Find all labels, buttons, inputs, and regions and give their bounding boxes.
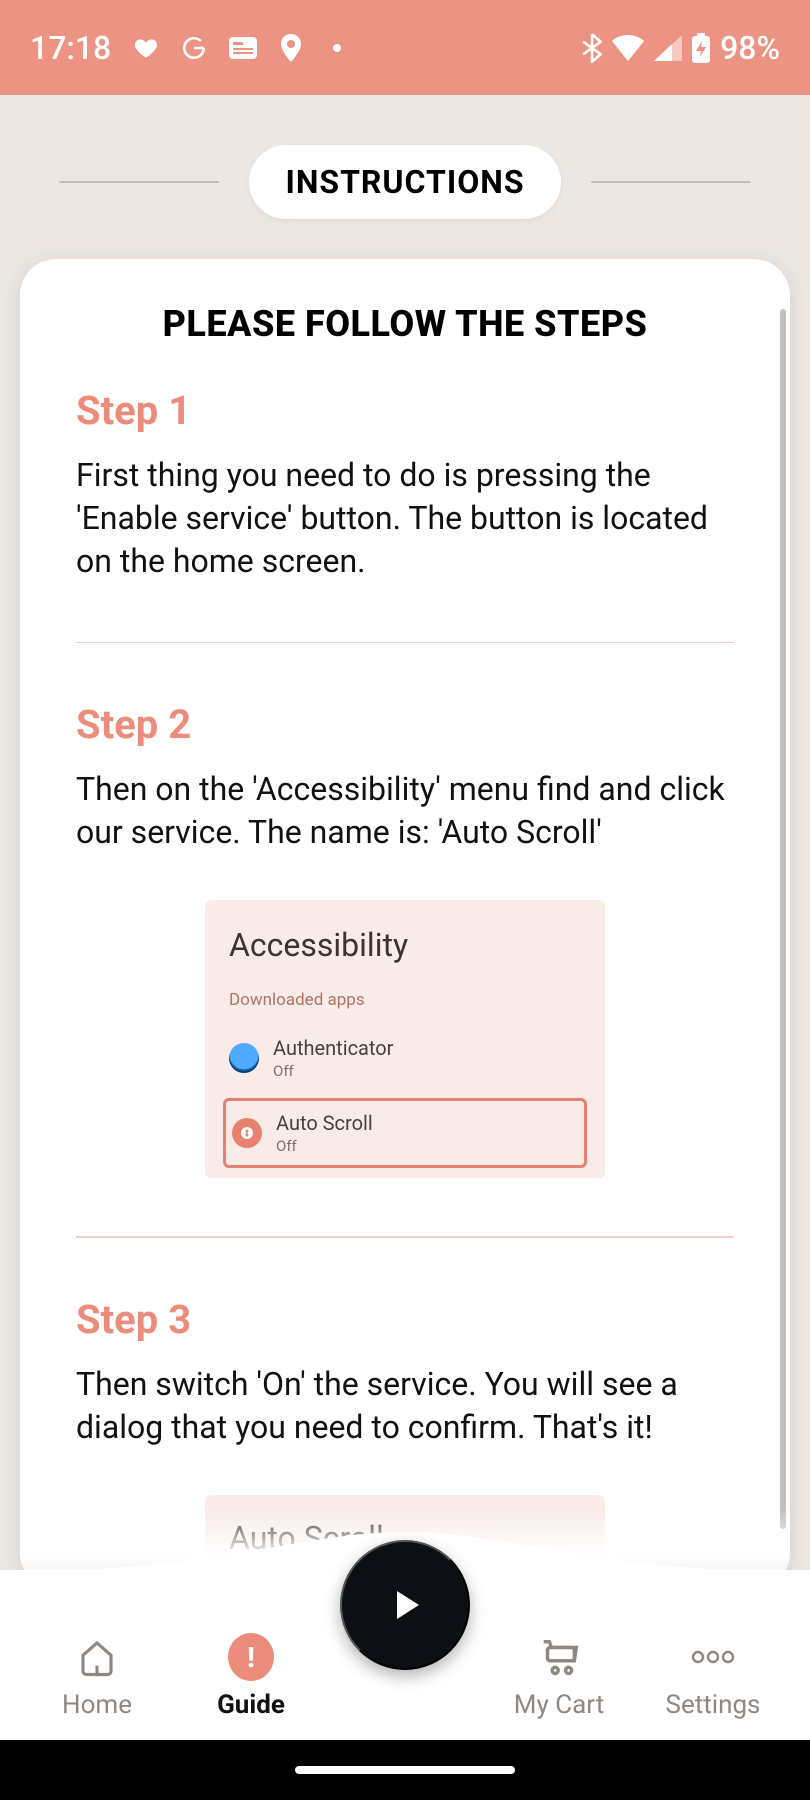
nav-guide[interactable]: ! Guide bbox=[181, 1634, 321, 1720]
news-icon bbox=[229, 37, 257, 59]
step-2: Step 2 Then on the 'Accessibility' menu … bbox=[76, 701, 734, 1178]
accessibility-item-state: Off bbox=[276, 1137, 373, 1155]
play-fab[interactable] bbox=[340, 1540, 470, 1670]
card-title: PLEASE FOLLOW THE STEPS bbox=[76, 303, 734, 345]
more-icon bbox=[690, 1634, 736, 1680]
accessibility-item-autoscroll: Auto Scroll Off bbox=[223, 1098, 587, 1168]
nav-label: Settings bbox=[666, 1690, 761, 1720]
nav-label: My Cart bbox=[514, 1690, 604, 1720]
instructions-header: INSTRUCTIONS bbox=[0, 145, 810, 219]
step-1-title: Step 1 bbox=[76, 387, 734, 434]
nav-home[interactable]: Home bbox=[27, 1634, 167, 1720]
bluetooth-icon bbox=[582, 33, 602, 63]
instructions-card[interactable]: PLEASE FOLLOW THE STEPS Step 1 First thi… bbox=[20, 259, 790, 1589]
step-3-body: Then switch 'On' the service. You will s… bbox=[76, 1363, 734, 1449]
accessibility-item-state: Off bbox=[273, 1062, 393, 1080]
accessibility-item-name: Auto Scroll bbox=[276, 1111, 373, 1135]
status-bar: 17:18 98% bbox=[0, 0, 810, 95]
battery-icon bbox=[692, 33, 710, 63]
step-1-body: First thing you need to do is pressing t… bbox=[76, 454, 734, 584]
step-1: Step 1 First thing you need to do is pre… bbox=[76, 387, 734, 584]
google-g-icon bbox=[181, 35, 207, 61]
status-time: 17:18 bbox=[30, 29, 111, 67]
wifi-icon bbox=[612, 35, 644, 61]
nav-cart[interactable]: My Cart bbox=[489, 1634, 629, 1720]
accessibility-panel: Accessibility Downloaded apps Authentica… bbox=[205, 900, 605, 1178]
heart-icon bbox=[133, 35, 159, 61]
system-nav-bar bbox=[0, 1740, 810, 1800]
gesture-handle[interactable] bbox=[295, 1766, 515, 1774]
divider bbox=[76, 642, 734, 644]
battery-percent: 98% bbox=[720, 29, 780, 67]
step-3-title: Step 3 bbox=[76, 1296, 734, 1343]
cell-signal-icon bbox=[654, 35, 682, 61]
instructions-pill: INSTRUCTIONS bbox=[249, 145, 560, 219]
accessibility-subtitle: Downloaded apps bbox=[229, 990, 581, 1010]
location-icon bbox=[279, 34, 303, 62]
alert-badge-icon: ! bbox=[228, 1634, 274, 1680]
accessibility-title: Accessibility bbox=[229, 926, 581, 964]
nav-settings[interactable]: Settings bbox=[643, 1634, 783, 1720]
nav-label: Guide bbox=[217, 1690, 285, 1720]
step-2-body: Then on the 'Accessibility' menu find an… bbox=[76, 768, 734, 854]
divider bbox=[76, 1236, 734, 1238]
home-icon bbox=[74, 1634, 120, 1680]
accessibility-item-name: Authenticator bbox=[273, 1036, 393, 1060]
accessibility-item-authenticator: Authenticator Off bbox=[223, 1026, 587, 1090]
dot-icon bbox=[333, 44, 341, 52]
autoscroll-icon bbox=[232, 1118, 262, 1148]
nav-label: Home bbox=[62, 1690, 132, 1720]
scrollbar[interactable] bbox=[780, 309, 786, 1529]
cart-icon bbox=[536, 1634, 582, 1680]
authenticator-icon bbox=[229, 1043, 259, 1073]
step-2-title: Step 2 bbox=[76, 701, 734, 748]
